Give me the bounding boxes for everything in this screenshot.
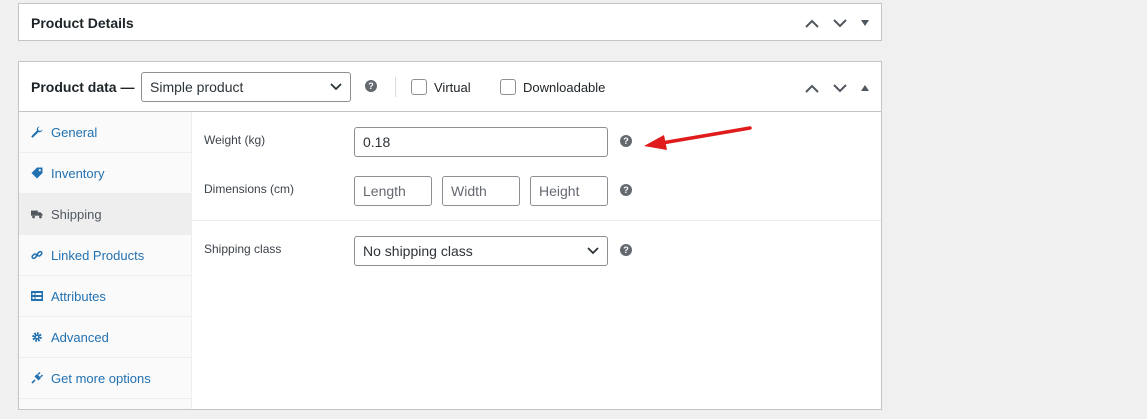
product-data-handle-actions <box>799 78 875 98</box>
move-down-button[interactable] <box>827 13 853 33</box>
header-divider <box>395 77 396 97</box>
move-down-button[interactable] <box>827 78 853 98</box>
tab-attributes-label: Attributes <box>51 288 106 304</box>
tab-general-label: General <box>51 124 98 140</box>
toggle-panel-button[interactable] <box>855 78 875 98</box>
tab-advanced-label: Advanced <box>51 329 109 345</box>
chevron-up-icon <box>805 19 819 28</box>
link-icon <box>31 249 43 261</box>
weight-input[interactable]: 0.18 <box>354 127 608 157</box>
shipping-panel: Weight (kg) 0.18 ? Dimensions (cm) Lengt… <box>192 112 881 409</box>
weight-label: Weight (kg) <box>204 133 266 147</box>
shipping-class-select[interactable]: No shipping class <box>354 236 608 266</box>
tab-linked-products-label: Linked Products <box>51 247 145 263</box>
chevron-down-icon <box>330 83 342 91</box>
dimensions-help-icon[interactable]: ? <box>620 184 632 196</box>
shipping-class-label: Shipping class <box>204 242 282 256</box>
tab-attributes[interactable]: Attributes <box>19 276 191 317</box>
product-type-select[interactable]: Simple product <box>141 72 351 102</box>
section-divider <box>192 220 881 221</box>
product-data-title: Product data — <box>31 79 135 95</box>
product-data-tabs: General Inventory Shipping Linked Produc… <box>19 112 192 409</box>
shipping-class-value: No shipping class <box>363 243 473 259</box>
toggle-panel-button[interactable] <box>855 13 875 33</box>
plugin-icon <box>31 372 43 384</box>
tab-inventory-label: Inventory <box>51 165 105 181</box>
tab-get-more-options-label: Get more options <box>51 370 151 386</box>
tab-advanced[interactable]: Advanced <box>19 317 191 358</box>
truck-icon <box>31 208 43 220</box>
downloadable-label: Downloadable <box>523 79 606 95</box>
move-up-button[interactable] <box>799 13 825 33</box>
move-up-button[interactable] <box>799 78 825 98</box>
tab-shipping[interactable]: Shipping <box>19 194 191 235</box>
wrench-icon <box>31 126 43 138</box>
shipping-class-help-icon[interactable]: ? <box>620 244 632 256</box>
tab-inventory[interactable]: Inventory <box>19 153 191 194</box>
dimensions-label: Dimensions (cm) <box>204 182 295 196</box>
product-details-title: Product Details <box>31 15 134 31</box>
chevron-up-icon <box>805 84 819 93</box>
tag-icon <box>31 167 43 179</box>
annotation-arrow-icon <box>644 126 752 150</box>
weight-help-icon[interactable]: ? <box>620 135 632 147</box>
product-details-handle-actions <box>799 13 875 33</box>
tab-linked-products[interactable]: Linked Products <box>19 235 191 276</box>
product-details-box: Product Details <box>18 3 882 41</box>
chevron-down-icon <box>833 83 847 92</box>
virtual-label: Virtual <box>434 79 471 95</box>
product-data-header: Product data — Simple product ? Virtual … <box>19 62 881 112</box>
caret-down-icon <box>861 20 869 26</box>
tab-get-more-options[interactable]: Get more options <box>19 358 191 399</box>
tab-general[interactable]: General <box>19 112 191 153</box>
chevron-down-icon <box>587 247 599 255</box>
height-input[interactable]: Height <box>530 176 608 206</box>
gear-icon <box>31 331 43 343</box>
product-data-box: Product data — Simple product ? Virtual … <box>18 61 882 410</box>
product-type-help-icon[interactable]: ? <box>365 80 377 92</box>
width-input[interactable]: Width <box>442 176 520 206</box>
virtual-checkbox[interactable] <box>411 79 427 95</box>
chevron-down-icon <box>833 18 847 27</box>
caret-up-icon <box>861 85 869 91</box>
product-type-value: Simple product <box>150 79 244 95</box>
downloadable-checkbox-label[interactable]: Downloadable <box>500 79 605 95</box>
length-input[interactable]: Length <box>354 176 432 206</box>
virtual-checkbox-label[interactable]: Virtual <box>411 79 471 95</box>
attributes-icon <box>31 290 43 302</box>
downloadable-checkbox[interactable] <box>500 79 516 95</box>
tab-shipping-label: Shipping <box>51 206 102 222</box>
